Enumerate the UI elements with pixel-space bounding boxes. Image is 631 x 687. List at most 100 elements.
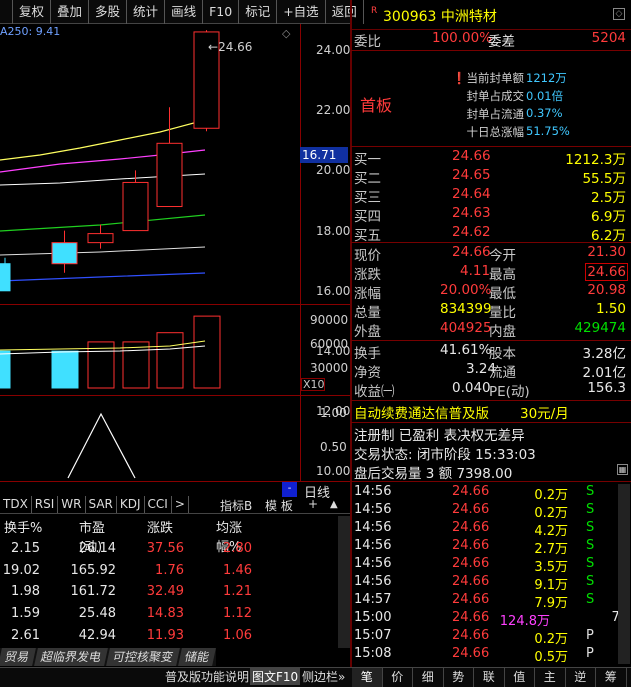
indicator-tab-4[interactable]: KDJ (117, 496, 145, 513)
trade-volume: 7.9万 (534, 596, 568, 611)
bid-label: 买一 (354, 152, 381, 168)
table-cell[interactable]: 1.98 (0, 584, 40, 599)
table-cell[interactable]: 14.83 (124, 606, 184, 621)
table-cell[interactable]: 37.56 (124, 541, 184, 556)
detail-tab-7[interactable]: 逆 (566, 668, 596, 687)
trade-row[interactable]: 14:5724.667.9万S4 (354, 592, 630, 611)
trade-price: 24.66 (452, 646, 490, 661)
detail-tab-0[interactable]: 笔 (352, 668, 383, 687)
indicator-tab-6[interactable]: > (172, 496, 189, 513)
table-cell[interactable]: 25.48 (56, 606, 116, 621)
help-link[interactable]: 普及版功能说明 (165, 668, 249, 685)
bid-row[interactable]: 买三 24.64 2.5万 (354, 186, 629, 206)
trade-row[interactable]: 15:0724.660.2万P1 (354, 628, 630, 647)
stock-name[interactable]: 300963 中洲特材 (383, 6, 497, 26)
indicator-tab-2[interactable]: WR (58, 496, 86, 513)
seal-info-label: 十日总涨幅 (466, 125, 525, 139)
table-cell[interactable]: 1.12 (192, 606, 252, 621)
indicator-tab-3[interactable]: SAR (86, 496, 117, 513)
divider (351, 400, 631, 401)
trade-direction: S (586, 484, 595, 499)
table-cell[interactable]: 1.06 (192, 628, 252, 643)
detail-tab-4[interactable]: 联 (474, 668, 505, 687)
detail-tab-2[interactable]: 细 (413, 668, 444, 687)
kline-chart[interactable] (0, 24, 300, 484)
indicator-b-button[interactable]: 指标B (220, 497, 252, 514)
options-icon[interactable]: ◇ (282, 27, 290, 40)
trade-row[interactable]: 14:5624.660.2万S1 (354, 502, 630, 521)
bid-row[interactable]: 买四 24.63 6.9万 (354, 205, 629, 225)
detail-tab-3[interactable]: 势 (444, 668, 474, 687)
bid-price: 24.63 (452, 205, 491, 221)
toolbar-btn-7[interactable]: +自选 (277, 0, 326, 24)
sector-tab-3[interactable]: 储能 (178, 648, 216, 666)
toolbar-btn-2[interactable]: 多股 (89, 0, 128, 24)
status-row: 交易状态: 闭市阶段 15:33:03 (354, 443, 629, 463)
expand-icon[interactable]: ◇ (613, 8, 625, 20)
trade-volume: 124.8万 (499, 614, 550, 629)
bid-row[interactable]: 买五 24.62 6.2万 (354, 224, 629, 244)
detail-tab-6[interactable]: 主 (535, 668, 566, 687)
toolbar-btn-3[interactable]: 统计 (127, 0, 166, 24)
toolbar-btn-1[interactable]: 叠加 (51, 0, 90, 24)
f10-button[interactable]: 图文F10 (250, 668, 301, 685)
table-cell[interactable]: 1.21 (192, 584, 252, 599)
trade-direction: S (586, 502, 595, 517)
bid-row[interactable]: 买一 24.66 1212.3万 (354, 148, 629, 168)
trade-row[interactable]: 14:5624.663.5万S6 (354, 556, 630, 575)
indicator-tab-1[interactable]: RSI (32, 496, 59, 513)
sector-tab-2[interactable]: 可控核聚变 (106, 648, 180, 666)
scroll-up-icon[interactable]: ▲ (330, 499, 338, 510)
toolbar-btn-4[interactable]: 画线 (165, 0, 204, 24)
table-cell[interactable]: 2.80 (192, 541, 252, 556)
trade-row[interactable]: 14:5624.660.2万S1 (354, 484, 630, 503)
trade-volume: 3.5万 (534, 560, 568, 575)
table-cell[interactable]: 2.61 (0, 628, 40, 643)
template-button[interactable]: 模 板 (265, 497, 293, 514)
bid-row[interactable]: 买二 24.65 55.5万 (354, 167, 629, 187)
table-cell[interactable]: 26.14 (56, 541, 116, 556)
trade-row[interactable]: 15:0824.660.5万P2 (354, 646, 630, 665)
table-cell[interactable]: 19.02 (0, 563, 40, 578)
chart-icon[interactable]: ▦ (617, 464, 628, 475)
candle-body (122, 181, 149, 232)
table-cell[interactable]: 1.76 (124, 563, 184, 578)
toolbar-btn-6[interactable]: 标记 (239, 0, 278, 24)
table-cell[interactable]: 32.49 (124, 584, 184, 599)
row-zf: 涨幅 20.00% 最低 20.98 (354, 282, 626, 302)
table-cell[interactable]: 11.93 (124, 628, 184, 643)
divider (0, 513, 350, 514)
detail-tabs: 笔价细势联值主逆筹 (352, 668, 627, 687)
plus-button[interactable]: + (308, 497, 318, 511)
table-cell[interactable]: 1.59 (0, 606, 40, 621)
table-cell[interactable]: 2.15 (0, 541, 40, 556)
sidebar-toggle[interactable]: 侧边栏» (302, 668, 345, 685)
table-cell[interactable]: 1.46 (192, 563, 252, 578)
sector-tab-0[interactable]: 贸易 (0, 648, 36, 666)
ad-row[interactable]: 自动续费通达信普及版 30元/月 (354, 402, 629, 422)
toolbar-btn-0[interactable]: 复权 (13, 0, 52, 24)
trade-row[interactable]: 15:0024.66124.8万75 (354, 610, 630, 629)
detail-tab-1[interactable]: 价 (383, 668, 413, 687)
detail-tab-8[interactable]: 筹 (596, 668, 627, 687)
trade-row[interactable]: 14:5624.669.1万S2 (354, 574, 630, 593)
minus-button[interactable]: - (282, 482, 297, 497)
table-cell[interactable]: 165.92 (56, 563, 117, 578)
trade-price: 24.66 (452, 556, 490, 571)
indicator-tab-5[interactable]: CCI (145, 496, 172, 513)
trade-row[interactable]: 14:5624.662.7万S5 (354, 538, 630, 557)
divider (0, 395, 350, 396)
trade-scrollbar[interactable] (618, 484, 630, 664)
shouban-label: 首板 (360, 96, 393, 115)
table-header[interactable]: 涨跌 (147, 517, 187, 536)
indicator-tab-0[interactable]: TDX (0, 496, 32, 513)
toolbar-btn-5[interactable]: F10 (203, 0, 240, 24)
table-cell[interactable]: 161.72 (56, 584, 117, 599)
detail-tab-5[interactable]: 值 (505, 668, 535, 687)
table-header[interactable]: 换手% (4, 517, 44, 536)
trade-row[interactable]: 14:5624.664.2万S5 (354, 520, 630, 539)
table-scrollbar[interactable] (338, 516, 350, 648)
seal-info-value: 1212万 (526, 71, 567, 85)
sector-tab-1[interactable]: 超临界发电 (34, 648, 108, 666)
table-cell[interactable]: 42.94 (56, 628, 116, 643)
